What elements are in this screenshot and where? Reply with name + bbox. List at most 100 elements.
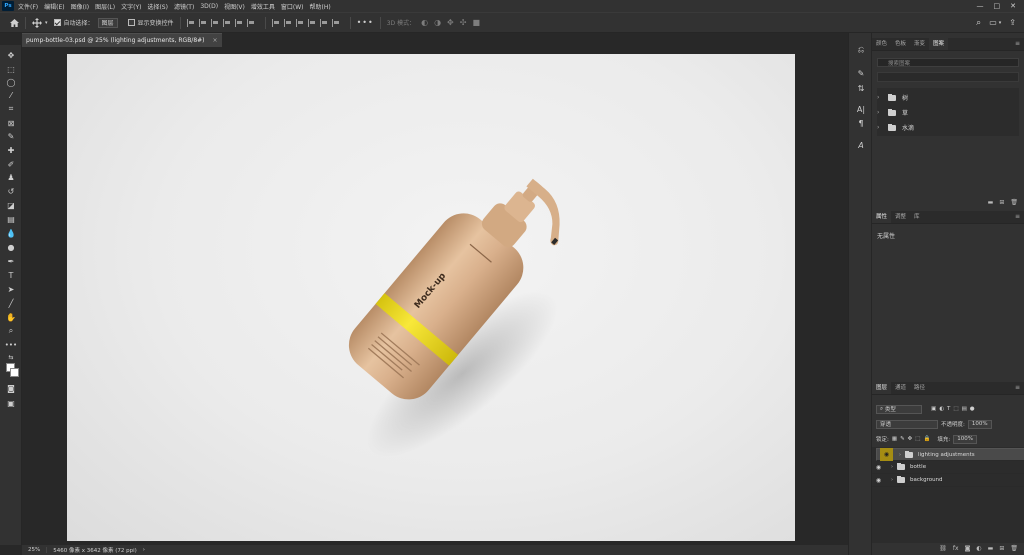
history-brush-tool-icon[interactable]: ↺ bbox=[3, 185, 19, 197]
show-transform-checkbox[interactable] bbox=[127, 19, 135, 26]
zoom-tool-icon[interactable]: ⌕ bbox=[3, 325, 19, 337]
lock-image-icon[interactable]: ✎ bbox=[900, 436, 905, 442]
align-left-icon[interactable] bbox=[186, 18, 195, 27]
panel-menu-icon[interactable]: ≡ bbox=[1015, 213, 1020, 220]
character-panel-icon[interactable]: A| bbox=[854, 103, 868, 115]
align-vcenter-icon[interactable] bbox=[234, 18, 243, 27]
blend-mode-dropdown[interactable]: 穿透 bbox=[876, 419, 938, 429]
distribute-bottom-icon[interactable] bbox=[295, 18, 304, 27]
distribute-top-icon[interactable] bbox=[271, 18, 280, 27]
healing-brush-tool-icon[interactable]: ✚ bbox=[3, 144, 19, 156]
fill-input[interactable]: 100% bbox=[953, 434, 977, 444]
menu-type[interactable]: 文字(Y) bbox=[121, 2, 141, 11]
eyedropper-tool-icon[interactable]: ✎ bbox=[3, 130, 19, 142]
menu-edit[interactable]: 编辑(E) bbox=[44, 2, 64, 11]
chevron-right-icon[interactable]: › bbox=[899, 452, 901, 458]
filter-adjustment-icon[interactable]: ◐ bbox=[939, 406, 944, 412]
tab-layers[interactable]: 图层 bbox=[872, 381, 892, 394]
auto-select-checkbox[interactable] bbox=[53, 19, 61, 26]
quick-mask-icon[interactable]: ◙ bbox=[3, 382, 19, 394]
layer-filter-dropdown[interactable]: ⌕ 类型 bbox=[876, 404, 922, 414]
list-item[interactable]: › 树 bbox=[877, 91, 1019, 104]
history-panel-icon[interactable]: ⎌ bbox=[854, 44, 868, 56]
move-tool-icon[interactable] bbox=[32, 17, 42, 28]
minimize-button[interactable]: — bbox=[977, 2, 984, 10]
gradient-tool-icon[interactable]: ▤ bbox=[3, 213, 19, 225]
opacity-input[interactable]: 100% bbox=[967, 419, 992, 429]
document-canvas[interactable]: Mock-up bbox=[67, 54, 795, 541]
menu-file[interactable]: 文件(F) bbox=[18, 2, 38, 11]
tab-color[interactable]: 颜色 bbox=[872, 37, 891, 50]
workspace-icon[interactable]: ▭ bbox=[989, 18, 997, 27]
new-layer-icon[interactable]: ⊞ bbox=[999, 545, 1004, 552]
menu-help[interactable]: 帮助(H) bbox=[310, 2, 331, 11]
marquee-tool-icon[interactable]: ⬚ bbox=[3, 63, 19, 75]
close-tab-icon[interactable]: × bbox=[213, 37, 218, 44]
menu-select[interactable]: 选择(S) bbox=[147, 2, 168, 11]
chevron-down-icon[interactable]: ▾ bbox=[45, 20, 48, 26]
visibility-eye-icon[interactable]: ◉ bbox=[872, 461, 885, 474]
tab-properties[interactable]: 属性 bbox=[872, 210, 892, 223]
dodge-tool-icon[interactable]: ● bbox=[3, 241, 19, 253]
magic-wand-tool-icon[interactable]: ⁄ bbox=[3, 89, 19, 101]
menu-plugins[interactable]: 增效工具 bbox=[251, 2, 275, 11]
panel-menu-icon[interactable]: ≡ bbox=[1015, 384, 1020, 391]
lasso-tool-icon[interactable]: ◯ bbox=[3, 76, 19, 88]
layer-style-icon[interactable]: fx bbox=[953, 545, 959, 552]
lock-transparent-icon[interactable]: ▦ bbox=[892, 436, 897, 442]
layer-row-bottle[interactable]: ◉ › bottle bbox=[872, 461, 1024, 474]
type-tool-icon[interactable]: T bbox=[3, 269, 19, 281]
more-tools-icon[interactable]: ••• bbox=[3, 339, 19, 351]
chevron-right-icon[interactable]: › bbox=[891, 464, 893, 470]
tab-paths[interactable]: 路径 bbox=[910, 381, 929, 394]
link-layers-icon[interactable]: ⛓ bbox=[939, 545, 947, 552]
document-tab[interactable]: pump-bottle-03.psd @ 25% (lighting adjus… bbox=[22, 33, 222, 47]
tab-gradients[interactable]: 渐变 bbox=[910, 37, 929, 50]
adjustments-icon[interactable]: ⇅ bbox=[854, 82, 868, 94]
blur-tool-icon[interactable]: 💧 bbox=[3, 227, 19, 239]
clone-stamp-tool-icon[interactable]: ♟ bbox=[3, 171, 19, 183]
align-hcenter-icon[interactable] bbox=[198, 18, 207, 27]
new-group-icon[interactable]: ▬ bbox=[988, 545, 994, 552]
3d-scale-icon[interactable]: ■ bbox=[472, 18, 480, 27]
distribute-hcenter-icon[interactable] bbox=[319, 18, 328, 27]
home-icon[interactable] bbox=[10, 18, 19, 27]
status-arrow-icon[interactable]: › bbox=[143, 547, 145, 553]
close-window-button[interactable]: ✕ bbox=[1010, 2, 1016, 10]
3d-pan-icon[interactable]: ✥ bbox=[447, 18, 454, 27]
auto-select-dropdown[interactable]: 图层 bbox=[97, 17, 118, 28]
search-icon[interactable]: ⌕ bbox=[976, 18, 981, 28]
path-selection-tool-icon[interactable]: ➤ bbox=[3, 283, 19, 295]
filter-shape-icon[interactable]: ⬚ bbox=[953, 406, 958, 412]
swap-colors-icon[interactable]: ⇆ bbox=[3, 351, 19, 363]
tab-swatches[interactable]: 色板 bbox=[891, 37, 910, 50]
visibility-eye-icon[interactable]: ◉ bbox=[872, 474, 885, 487]
visibility-eye-icon[interactable]: ◉ bbox=[880, 448, 893, 461]
maximize-button[interactable]: □ bbox=[994, 2, 1001, 10]
lock-position-icon[interactable]: ✥ bbox=[908, 436, 913, 442]
zoom-level[interactable]: 25% bbox=[22, 547, 48, 553]
3d-roll-icon[interactable]: ◑ bbox=[434, 18, 441, 27]
pattern-search-input[interactable]: 搜索图案 bbox=[877, 58, 1019, 67]
workspace-chevron-icon[interactable]: ▾ bbox=[999, 20, 1002, 26]
menu-view[interactable]: 视图(V) bbox=[224, 2, 245, 11]
distribute-right-icon[interactable] bbox=[331, 18, 340, 27]
screen-mode-icon[interactable]: ▣ bbox=[3, 397, 19, 409]
new-group-icon[interactable]: ▬ bbox=[988, 199, 994, 206]
distribute-vcenter-icon[interactable] bbox=[283, 18, 292, 27]
eraser-tool-icon[interactable]: ◪ bbox=[3, 199, 19, 211]
menu-layer[interactable]: 图层(L) bbox=[95, 2, 115, 11]
more-options-icon[interactable]: ••• bbox=[357, 18, 374, 27]
layer-row-background[interactable]: ◉ › background bbox=[872, 474, 1024, 487]
new-pattern-icon[interactable]: ⊞ bbox=[999, 199, 1004, 206]
delete-layer-icon[interactable]: 🗑 bbox=[1010, 545, 1018, 552]
share-icon[interactable]: ⇪ bbox=[1009, 18, 1016, 27]
crop-tool-icon[interactable]: ⌗ bbox=[3, 103, 19, 115]
new-adjustment-icon[interactable]: ◐ bbox=[976, 545, 981, 552]
glyphs-panel-icon[interactable]: A bbox=[854, 139, 868, 151]
line-tool-icon[interactable]: ╱ bbox=[3, 297, 19, 309]
filter-smart-object-icon[interactable]: ▤ bbox=[962, 406, 967, 412]
brush-settings-icon[interactable]: ✎ bbox=[854, 67, 868, 79]
add-mask-icon[interactable]: ◙ bbox=[965, 545, 971, 552]
3d-orbit-icon[interactable]: ◐ bbox=[421, 18, 428, 27]
